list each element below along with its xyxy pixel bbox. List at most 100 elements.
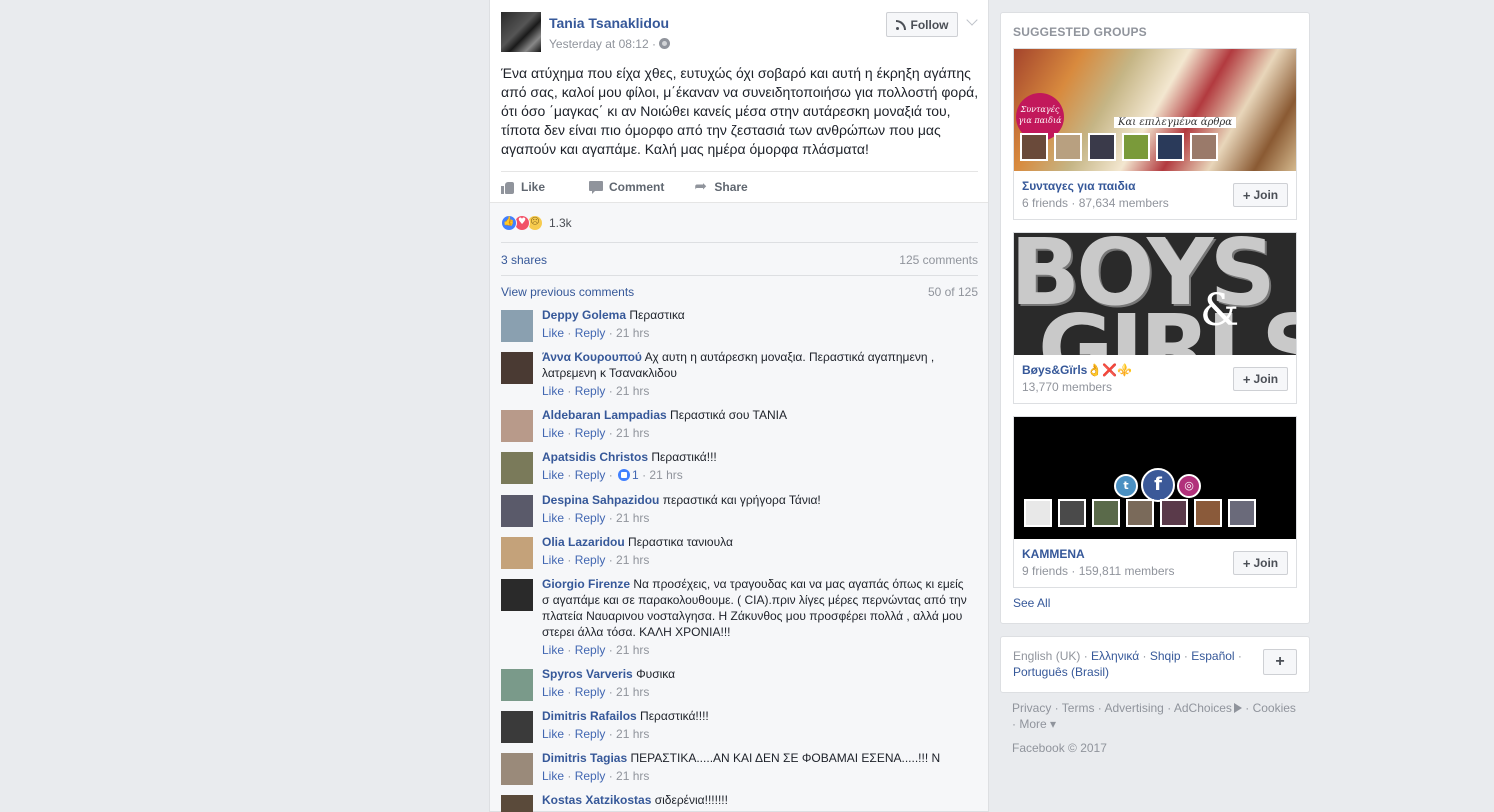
commenter-avatar[interactable] <box>501 310 533 342</box>
commenter-avatar[interactable] <box>501 352 533 384</box>
copyright: Facebook © 2017 <box>1012 741 1107 755</box>
commenter-avatar[interactable] <box>501 669 533 701</box>
comment-reply-link[interactable]: Reply <box>575 326 606 340</box>
comment-time[interactable]: 21 hrs <box>616 384 649 398</box>
comment-time[interactable]: 21 hrs <box>616 511 649 525</box>
footer-link-more[interactable]: More ▾ <box>1019 717 1056 731</box>
commenter-name[interactable]: Dimitris Rafailos <box>542 709 637 723</box>
comment-reply-link[interactable]: Reply <box>575 468 606 482</box>
group-cover-image[interactable]: t f ◎ <box>1014 417 1296 539</box>
like-button[interactable]: Like <box>501 180 545 194</box>
comment-time[interactable]: 21 hrs <box>616 769 649 783</box>
reactions-summary[interactable]: 👍 ♥ ☹ 1.3k <box>501 215 572 231</box>
comment-like-link[interactable]: Like <box>542 769 564 783</box>
language-link-greek[interactable]: Ελληνικά <box>1091 649 1139 663</box>
commenter-name[interactable]: Deppy Golema <box>542 308 626 322</box>
comment-like-link[interactable]: Like <box>542 511 564 525</box>
commenter-avatar[interactable] <box>501 537 533 569</box>
commenter-avatar[interactable] <box>501 753 533 785</box>
comment-time[interactable]: 21 hrs <box>616 553 649 567</box>
follow-button[interactable]: Follow <box>886 12 958 37</box>
chevron-down-icon[interactable] <box>966 14 978 26</box>
comment-time[interactable]: 21 hrs <box>649 468 682 482</box>
comment-like-link[interactable]: Like <box>542 384 564 398</box>
comment-like-link[interactable]: Like <box>542 468 564 482</box>
commenter-name[interactable]: Apatsidis Christos <box>542 450 648 464</box>
join-group-button[interactable]: + Join <box>1233 183 1288 207</box>
commenter-avatar[interactable] <box>501 495 533 527</box>
comment-time[interactable]: 21 hrs <box>616 426 649 440</box>
group-name[interactable]: Συνταγες για παιδια <box>1022 179 1135 193</box>
comment-reply-link[interactable]: Reply <box>575 553 606 567</box>
language-link-portuguese[interactable]: Português (Brasil) <box>1013 665 1109 679</box>
commenter-avatar[interactable] <box>501 452 533 484</box>
commenter-name[interactable]: Dimitris Tagias <box>542 751 627 765</box>
commenter-name[interactable]: Spyros Varveris <box>542 667 633 681</box>
comment-time[interactable]: 21 hrs <box>616 685 649 699</box>
comment-content: Dimitris Rafailos Περαστικά!!!! <box>542 708 972 724</box>
comment-time[interactable]: 21 hrs <box>616 727 649 741</box>
comment-button[interactable]: Comment <box>589 180 664 194</box>
post-header: Tania Tsanaklidou Yesterday at 08:12 · F… <box>501 12 979 56</box>
group-cover-image[interactable]: Συνταγές για παιδιά Και επιλεγμένα άρθρα <box>1014 49 1296 171</box>
commenter-avatar[interactable] <box>501 579 533 611</box>
comment-reply-link[interactable]: Reply <box>575 384 606 398</box>
comment-reply-link[interactable]: Reply <box>575 685 606 699</box>
commenter-name[interactable]: Olia Lazaridou <box>542 535 625 549</box>
footer-link-adchoices[interactable]: AdChoices <box>1174 701 1242 715</box>
join-group-button[interactable]: + Join <box>1233 551 1288 575</box>
group-name[interactable]: Bøys&Gïrls👌❌⚜️ <box>1022 363 1132 377</box>
footer-link-cookies[interactable]: Cookies <box>1253 701 1296 715</box>
commenter-name[interactable]: Aldebaran Lampadias <box>542 408 667 422</box>
member-thumbnails <box>1024 499 1256 527</box>
post-timestamp[interactable]: Yesterday at 08:12 · <box>549 37 670 51</box>
comment-reply-link[interactable]: Reply <box>575 643 606 657</box>
commenter-name[interactable]: Kostas Xatzikostas <box>542 793 651 807</box>
footer-link-terms[interactable]: Terms <box>1062 701 1095 715</box>
comment-like-link[interactable]: Like <box>542 553 564 567</box>
author-avatar[interactable] <box>501 12 541 52</box>
comment-time[interactable]: 21 hrs <box>616 326 649 340</box>
comment-like-link[interactable]: Like <box>542 426 564 440</box>
commenter-avatar[interactable] <box>501 795 533 812</box>
shares-row: 3 shares 125 comments <box>501 242 978 276</box>
comments-count[interactable]: 125 comments <box>899 253 978 267</box>
share-button[interactable]: Share <box>694 177 747 195</box>
footer-link-advertising[interactable]: Advertising <box>1104 701 1163 715</box>
comment-like-count[interactable]: 1 <box>632 468 639 482</box>
join-group-button[interactable]: + Join <box>1233 367 1288 391</box>
comment-reply-link[interactable]: Reply <box>575 727 606 741</box>
comment-like-link[interactable]: Like <box>542 727 564 741</box>
like-reaction-icon: 👍 <box>501 215 517 231</box>
commenter-name[interactable]: Άννα Κουρουπού <box>542 350 642 364</box>
commenter-name[interactable]: Despina Sahpazidou <box>542 493 659 507</box>
reaction-count[interactable]: 1.3k <box>549 216 572 230</box>
group-card: BOYS GIRLS & Bøys&Gïrls👌❌⚜️ 13,770 membe… <box>1013 232 1297 404</box>
commenter-avatar[interactable] <box>501 410 533 442</box>
timestamp-text[interactable]: Yesterday at 08:12 · <box>549 37 656 51</box>
footer-link-privacy[interactable]: Privacy <box>1012 701 1051 715</box>
commenter-avatar[interactable] <box>501 711 533 743</box>
comment-time[interactable]: 21 hrs <box>616 643 649 657</box>
comment-meta: Like · Reply · 21 hrs <box>542 426 650 440</box>
see-all-link[interactable]: See All <box>1013 596 1050 610</box>
comment-content: Olia Lazaridou Περαστικα τανιουλα <box>542 534 972 550</box>
comment-text: σιδερένια!!!!!!! <box>651 793 728 807</box>
comment-reply-link[interactable]: Reply <box>575 511 606 525</box>
comment-like-link[interactable]: Like <box>542 326 564 340</box>
comment-reply-link[interactable]: Reply <box>575 426 606 440</box>
commenter-name[interactable]: Giorgio Firenze <box>542 577 630 591</box>
language-link-albanian[interactable]: Shqip <box>1150 649 1181 663</box>
globe-icon[interactable] <box>658 38 670 49</box>
group-cover-image[interactable]: BOYS GIRLS & <box>1014 233 1296 355</box>
add-language-button[interactable]: + <box>1263 649 1297 675</box>
adchoices-label: AdChoices <box>1173 701 1232 715</box>
group-name[interactable]: KAMMENA <box>1022 547 1085 561</box>
comment-like-link[interactable]: Like <box>542 685 564 699</box>
shares-count[interactable]: 3 shares <box>501 253 547 267</box>
comment-like-link[interactable]: Like <box>542 643 564 657</box>
view-previous-comments-link[interactable]: View previous comments <box>501 285 634 299</box>
comment-reply-link[interactable]: Reply <box>575 769 606 783</box>
language-link-spanish[interactable]: Español <box>1191 649 1234 663</box>
author-name[interactable]: Tania Tsanaklidou <box>549 15 669 31</box>
